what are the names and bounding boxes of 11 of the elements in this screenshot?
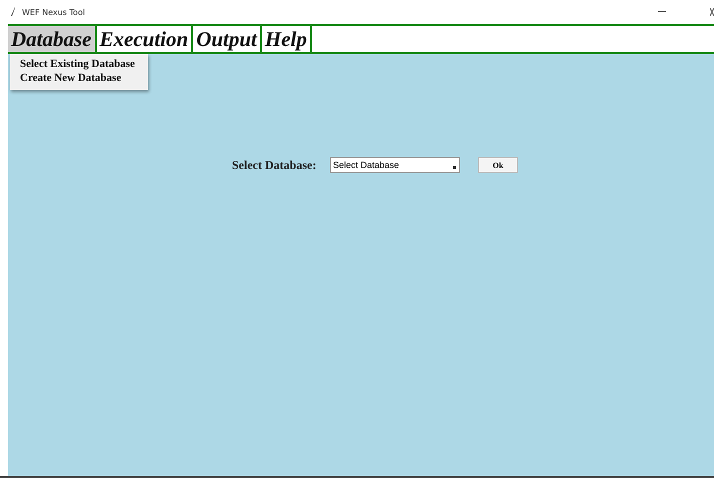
close-icon[interactable]	[710, 8, 714, 16]
window-title: WEF Nexus Tool	[22, 8, 85, 16]
field-label: Select Database:	[232, 158, 318, 172]
menu-option[interactable]: Select Existing Database	[10, 57, 148, 71]
menu-item[interactable]: Execution	[96, 26, 194, 52]
menu-item[interactable]: Help	[262, 26, 312, 52]
database-select[interactable]: Select Database	[330, 157, 460, 173]
minimize-icon[interactable]	[658, 11, 666, 13]
menu-item[interactable]: Database	[8, 26, 96, 52]
menu-option[interactable]: Create New Database	[10, 71, 148, 85]
ok-button[interactable]: Ok	[478, 157, 518, 173]
